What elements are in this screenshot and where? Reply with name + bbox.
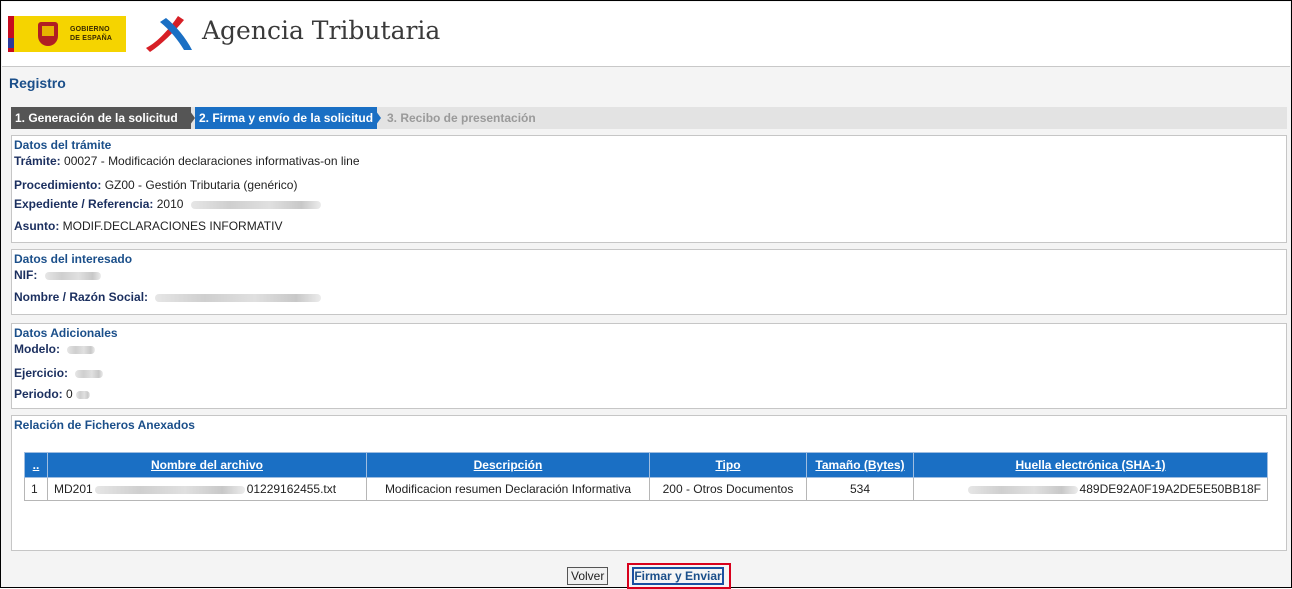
row-nif: NIF: [14,268,101,282]
value: GZ00 - Gestión Tributaria (genérico) [104,178,298,192]
redacted-value [67,345,96,354]
hash-value: 489DE92A0F19A2DE5E50BB18F [1079,482,1261,496]
page-title: Registro [9,75,66,91]
redacted-value [155,293,322,302]
section-ficheros: Relación de Ficheros Anexados .. Nombre … [11,415,1287,551]
row-expediente: Expediente / Referencia: 2010 [14,197,321,211]
row-ejercicio: Ejercicio: [14,366,104,380]
file-name-prefix: MD201 [54,482,93,496]
step-arrow [373,107,381,129]
redacted-value [190,200,321,209]
gov-text-line2: DE ESPAÑA [70,35,113,42]
gov-text: GOBIERNO DE ESPAÑA [70,25,112,43]
col-tipo[interactable]: Tipo [649,452,807,478]
volver-button[interactable]: Volver [567,567,609,585]
table-row: 1 MD201 01229162455.txt Modificacion resu… [24,477,1268,501]
label: Ejercicio: [14,366,69,380]
step-firma: 2. Firma y envío de la solicitud [195,107,377,129]
redacted-value [75,369,104,378]
cell-descripcion: Modificacion resumen Declaración Informa… [366,477,650,501]
label: Periodo: [14,387,63,401]
col-descripcion[interactable]: Descripción [366,452,650,478]
value: 0 [66,387,73,401]
coat-of-arms-icon [38,22,58,46]
row-procedimiento: Procedimiento: GZ00 - Gestión Tributaria… [14,178,297,192]
agencia-tributaria-logo-icon [146,16,192,52]
section-datos-adicionales: Datos Adicionales Modelo: Ejercicio: Per… [11,323,1287,409]
section-title: Datos Adicionales [14,326,118,340]
value: MODIF.DECLARACIONES INFORMATIV [62,219,283,233]
file-name-suffix: 01229162455.txt [246,482,337,496]
step-arrow [187,107,195,129]
value: 2010 [156,197,184,211]
firmar-enviar-button[interactable]: Firmar y Enviar [632,567,724,585]
highlight-box: Firmar y Enviar [627,563,731,589]
col-tamano[interactable]: Tamaño (Bytes) [806,452,914,478]
label: Nombre / Razón Social: [14,290,149,304]
col-nombre[interactable]: Nombre del archivo [47,452,367,478]
cell-nombre: MD201 01229162455.txt [47,477,367,501]
cell-tipo: 200 - Otros Documentos [649,477,807,501]
brand-title: Agencia Tributaria [202,16,441,45]
files-table: .. Nombre del archivo Descripción Tipo T… [24,452,1268,501]
cell-tamano: 534 [806,477,914,501]
section-title: Datos del trámite [14,138,112,152]
cell-num: 1 [24,477,48,501]
redacted-value [76,390,91,399]
progress-steps: 1. Generación de la solicitud 2. Firma y… [11,107,1287,129]
redacted-value [967,485,1078,494]
value: 00027 - Modificación declaraciones infor… [64,154,360,168]
col-huella[interactable]: Huella electrónica (SHA-1) [913,452,1268,478]
table-header-row: .. Nombre del archivo Descripción Tipo T… [24,452,1268,478]
gobierno-espana-logo: GOBIERNO DE ESPAÑA [8,16,126,52]
header: GOBIERNO DE ESPAÑA Agencia Tributaria [2,2,1290,67]
app-window: GOBIERNO DE ESPAÑA Agencia Tributaria Re… [0,0,1292,589]
step-generacion: 1. Generación de la solicitud [11,107,191,129]
label: Procedimiento: [14,178,102,192]
row-modelo: Modelo: [14,342,96,356]
row-periodo: Periodo: 0 [14,387,91,401]
eu-stripe [8,38,14,48]
label: NIF: [14,268,38,282]
step-recibo: 3. Recibo de presentación [387,111,536,125]
section-title: Relación de Ficheros Anexados [14,418,195,432]
row-asunto: Asunto: MODIF.DECLARACIONES INFORMATIV [14,219,282,233]
action-bar: Volver Firmar y Enviar [1,563,1291,589]
section-title: Datos del interesado [14,252,133,266]
row-tramite: Trámite: 00027 - Modificación declaracio… [14,154,360,168]
label: Asunto: [14,219,60,233]
label: Expediente / Referencia: [14,197,154,211]
redacted-value [44,271,101,280]
gov-text-line1: GOBIERNO [70,26,110,33]
redacted-value [94,485,245,494]
cell-huella: 489DE92A0F19A2DE5E50BB18F [913,477,1268,501]
label: Modelo: [14,342,60,356]
section-datos-tramite: Datos del trámite Trámite: 00027 - Modif… [11,135,1287,243]
label: Trámite: [14,154,61,168]
section-datos-interesado: Datos del interesado NIF: Nombre / Razón… [11,249,1287,315]
row-nombre: Nombre / Razón Social: [14,290,322,304]
col-index[interactable]: .. [24,452,48,478]
